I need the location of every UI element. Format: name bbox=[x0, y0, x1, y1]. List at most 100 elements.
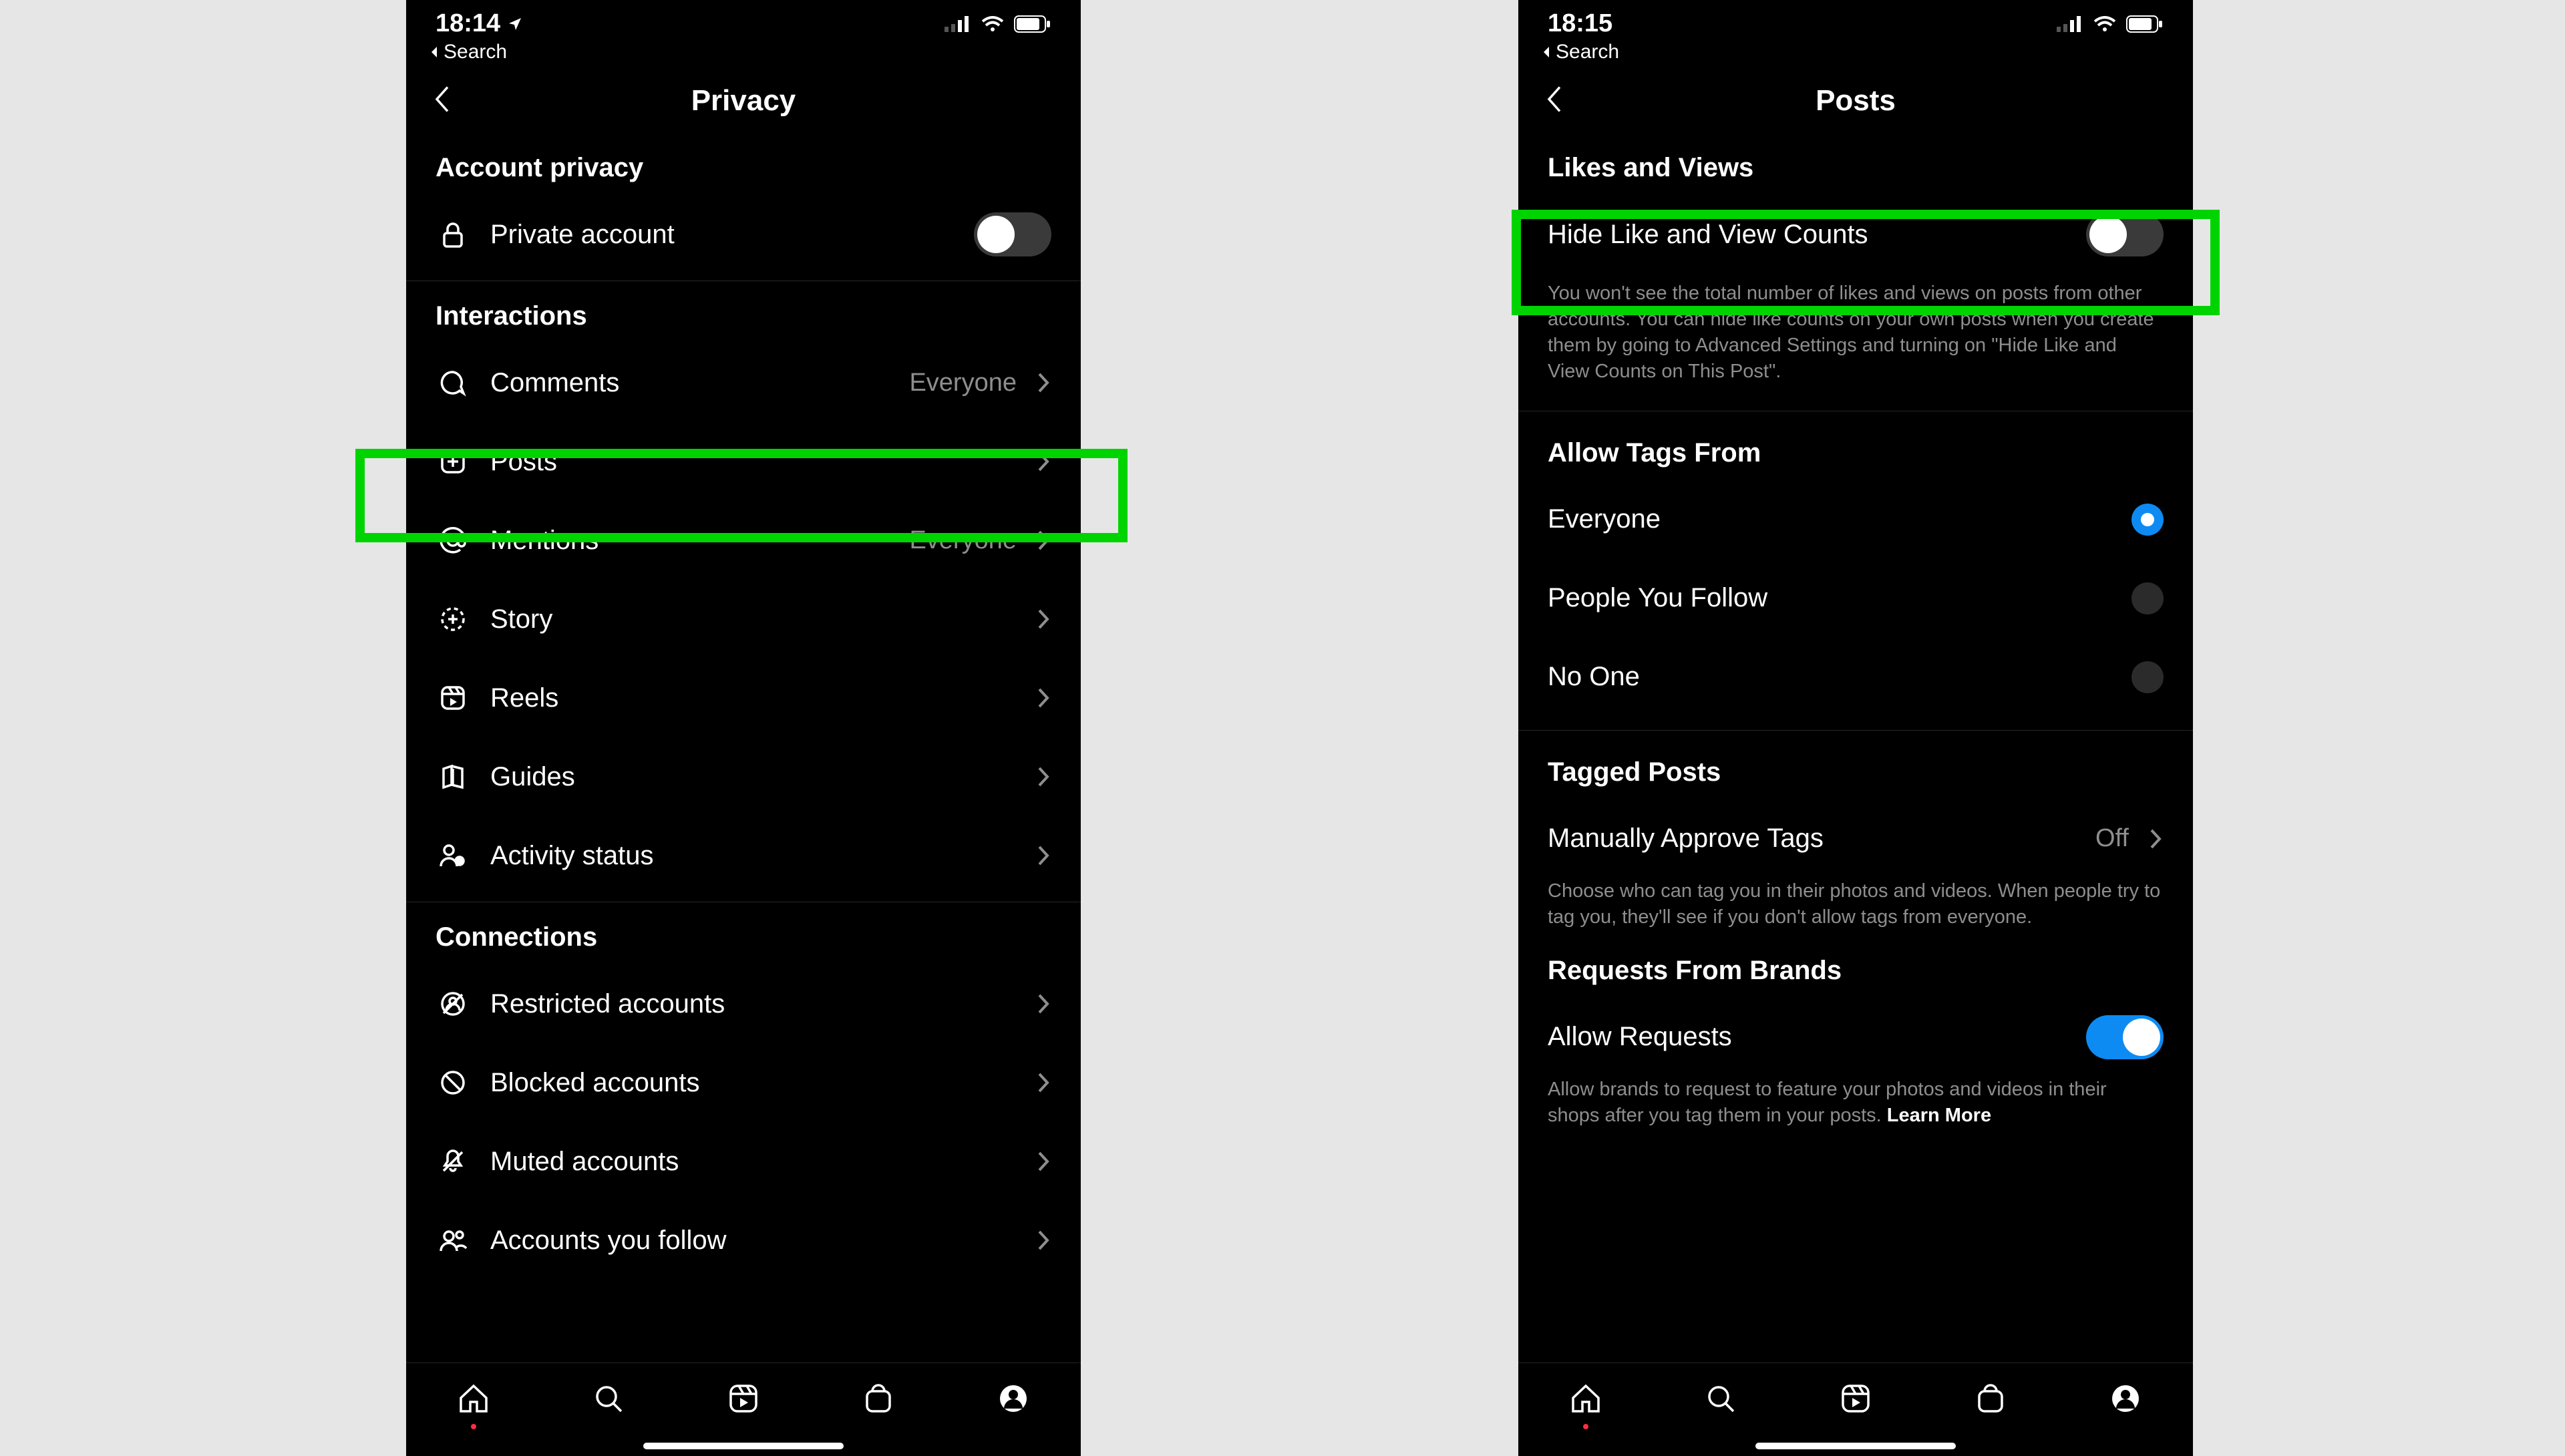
navbar: Privacy bbox=[406, 69, 1081, 133]
row-tags-people-you-follow[interactable]: People You Follow bbox=[1518, 559, 2193, 638]
row-restricted[interactable]: Restricted accounts bbox=[406, 964, 1081, 1043]
location-arrow-icon bbox=[507, 16, 523, 32]
content-area: Account privacy Private account Interact… bbox=[406, 133, 1081, 1362]
allow-requests-label: Allow Requests bbox=[1548, 1022, 2066, 1052]
hide-counts-label: Hide Like and View Counts bbox=[1548, 220, 2066, 250]
activity-label: Activity status bbox=[490, 841, 1017, 871]
plus-square-icon bbox=[438, 447, 468, 476]
tags-noone-radio[interactable] bbox=[2131, 661, 2164, 693]
cellular-icon bbox=[2057, 16, 2083, 32]
row-story[interactable]: Story bbox=[406, 580, 1081, 659]
private-account-toggle[interactable] bbox=[974, 212, 1051, 256]
tab-reels[interactable] bbox=[725, 1381, 761, 1420]
story-label: Story bbox=[490, 604, 1017, 634]
learn-more-link[interactable]: Learn More bbox=[1887, 1105, 1991, 1126]
row-mentions[interactable]: Mentions Everyone bbox=[406, 501, 1081, 580]
tab-search[interactable] bbox=[590, 1381, 627, 1420]
muted-label: Muted accounts bbox=[490, 1147, 1017, 1177]
tab-profile[interactable] bbox=[2107, 1381, 2144, 1420]
row-accounts-you-follow[interactable]: Accounts you follow bbox=[406, 1201, 1081, 1280]
muted-icon bbox=[438, 1147, 468, 1176]
battery-icon bbox=[2126, 15, 2164, 33]
activity-icon bbox=[438, 841, 468, 870]
cellular-icon bbox=[945, 16, 971, 32]
shop-icon bbox=[1973, 1381, 2009, 1417]
chevron-right-icon bbox=[1037, 371, 1051, 394]
shop-icon bbox=[860, 1381, 896, 1417]
guides-icon bbox=[438, 762, 468, 791]
row-guides[interactable]: Guides bbox=[406, 737, 1081, 816]
tab-reels[interactable] bbox=[1838, 1381, 1874, 1420]
profile-icon bbox=[995, 1381, 1031, 1417]
back-button[interactable] bbox=[1538, 79, 1570, 123]
row-tags-no-one[interactable]: No One bbox=[1518, 638, 2193, 717]
hide-counts-toggle[interactable] bbox=[2086, 212, 2164, 256]
row-posts[interactable]: Posts bbox=[406, 422, 1081, 501]
home-indicator[interactable] bbox=[643, 1443, 844, 1449]
section-header-tagged-posts: Tagged Posts bbox=[1518, 731, 2193, 799]
blocked-icon bbox=[438, 1068, 468, 1097]
section-header-allow-tags: Allow Tags From bbox=[1518, 411, 2193, 480]
breadcrumb[interactable]: Search bbox=[1518, 41, 2193, 69]
tags-everyone-radio[interactable] bbox=[2131, 504, 2164, 536]
manually-approve-value: Off bbox=[2095, 824, 2129, 853]
at-sign-icon bbox=[438, 526, 468, 555]
page-title: Posts bbox=[1816, 84, 1896, 118]
home-icon bbox=[456, 1381, 492, 1417]
row-muted[interactable]: Muted accounts bbox=[406, 1122, 1081, 1201]
breadcrumb-caret-left-icon bbox=[1541, 45, 1552, 59]
comment-icon bbox=[438, 368, 468, 397]
row-activity-status[interactable]: Activity status bbox=[406, 816, 1081, 895]
tab-shop[interactable] bbox=[860, 1381, 896, 1420]
chevron-right-icon bbox=[1037, 1229, 1051, 1252]
tab-search[interactable] bbox=[1703, 1381, 1739, 1420]
breadcrumb[interactable]: Search bbox=[406, 41, 1081, 69]
chevron-right-icon bbox=[1037, 1150, 1051, 1173]
status-bar: 18:14 bbox=[406, 0, 1081, 41]
row-private-account[interactable]: Private account bbox=[406, 195, 1081, 274]
hide-counts-help: You won't see the total number of likes … bbox=[1518, 274, 2193, 404]
posts-label: Posts bbox=[490, 447, 1017, 477]
mentions-label: Mentions bbox=[490, 526, 889, 556]
tags-people-label: People You Follow bbox=[1548, 583, 2111, 613]
section-header-account-privacy: Account privacy bbox=[406, 133, 1081, 195]
tab-home[interactable] bbox=[1568, 1381, 1604, 1420]
status-bar: 18:15 bbox=[1518, 0, 2193, 41]
tab-profile[interactable] bbox=[995, 1381, 1031, 1420]
row-tags-everyone[interactable]: Everyone bbox=[1518, 480, 2193, 559]
content-area: Likes and Views Hide Like and View Count… bbox=[1518, 133, 2193, 1362]
chevron-left-icon bbox=[1544, 85, 1565, 114]
lock-icon bbox=[438, 220, 468, 249]
row-allow-requests[interactable]: Allow Requests bbox=[1518, 998, 2193, 1077]
wifi-icon bbox=[2093, 16, 2117, 32]
wifi-icon bbox=[981, 16, 1005, 32]
tags-everyone-label: Everyone bbox=[1548, 504, 2111, 534]
allow-requests-toggle[interactable] bbox=[2086, 1015, 2164, 1059]
tab-home[interactable] bbox=[456, 1381, 492, 1420]
guides-label: Guides bbox=[490, 762, 1017, 792]
mentions-value: Everyone bbox=[909, 526, 1017, 555]
tags-people-radio[interactable] bbox=[2131, 582, 2164, 614]
tab-shop[interactable] bbox=[1973, 1381, 2009, 1420]
search-icon bbox=[1703, 1381, 1739, 1417]
chevron-right-icon bbox=[1037, 1071, 1051, 1094]
row-manually-approve-tags[interactable]: Manually Approve Tags Off bbox=[1518, 799, 2193, 878]
row-comments[interactable]: Comments Everyone bbox=[406, 343, 1081, 422]
reels-tab-icon bbox=[725, 1381, 761, 1417]
restricted-icon bbox=[438, 989, 468, 1019]
story-icon bbox=[438, 604, 468, 634]
breadcrumb-label: Search bbox=[1556, 41, 1619, 63]
section-header-connections: Connections bbox=[406, 902, 1081, 964]
people-icon bbox=[438, 1226, 468, 1255]
row-reels[interactable]: Reels bbox=[406, 659, 1081, 737]
reels-icon bbox=[438, 683, 468, 713]
clock: 18:14 bbox=[436, 9, 500, 38]
back-button[interactable] bbox=[426, 79, 458, 123]
page-title: Privacy bbox=[691, 84, 796, 118]
row-hide-like-view-counts[interactable]: Hide Like and View Counts bbox=[1518, 195, 2193, 274]
restricted-label: Restricted accounts bbox=[490, 989, 1017, 1019]
clock: 18:15 bbox=[1548, 9, 1612, 38]
row-blocked[interactable]: Blocked accounts bbox=[406, 1043, 1081, 1122]
tab-bar bbox=[1518, 1362, 2193, 1456]
home-indicator[interactable] bbox=[1755, 1443, 1956, 1449]
